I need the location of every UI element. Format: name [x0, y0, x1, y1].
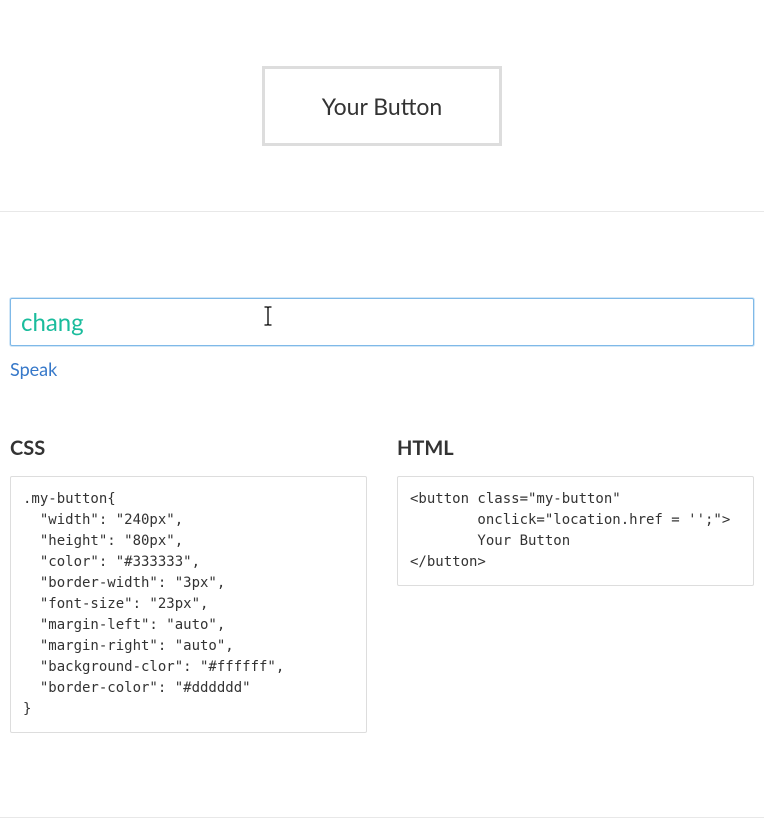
command-section: Speak [0, 212, 764, 380]
css-code-content: .my-button{ "width": "240px", "height": … [23, 489, 354, 720]
html-code-content: <button class="my-button" onclick="locat… [410, 489, 741, 573]
css-code-box[interactable]: .my-button{ "width": "240px", "height": … [10, 476, 367, 733]
html-heading: HTML [397, 436, 754, 460]
preview-area: Your Button [0, 0, 764, 212]
command-input[interactable] [10, 298, 754, 346]
css-heading: CSS [10, 436, 367, 460]
preview-button[interactable]: Your Button [262, 66, 502, 146]
html-column: HTML <button class="my-button" onclick="… [397, 436, 754, 733]
speak-link[interactable]: Speak [10, 358, 57, 380]
code-section: CSS .my-button{ "width": "240px", "heigh… [0, 380, 764, 733]
footer-divider [0, 817, 764, 818]
css-column: CSS .my-button{ "width": "240px", "heigh… [10, 436, 367, 733]
html-code-box[interactable]: <button class="my-button" onclick="locat… [397, 476, 754, 586]
